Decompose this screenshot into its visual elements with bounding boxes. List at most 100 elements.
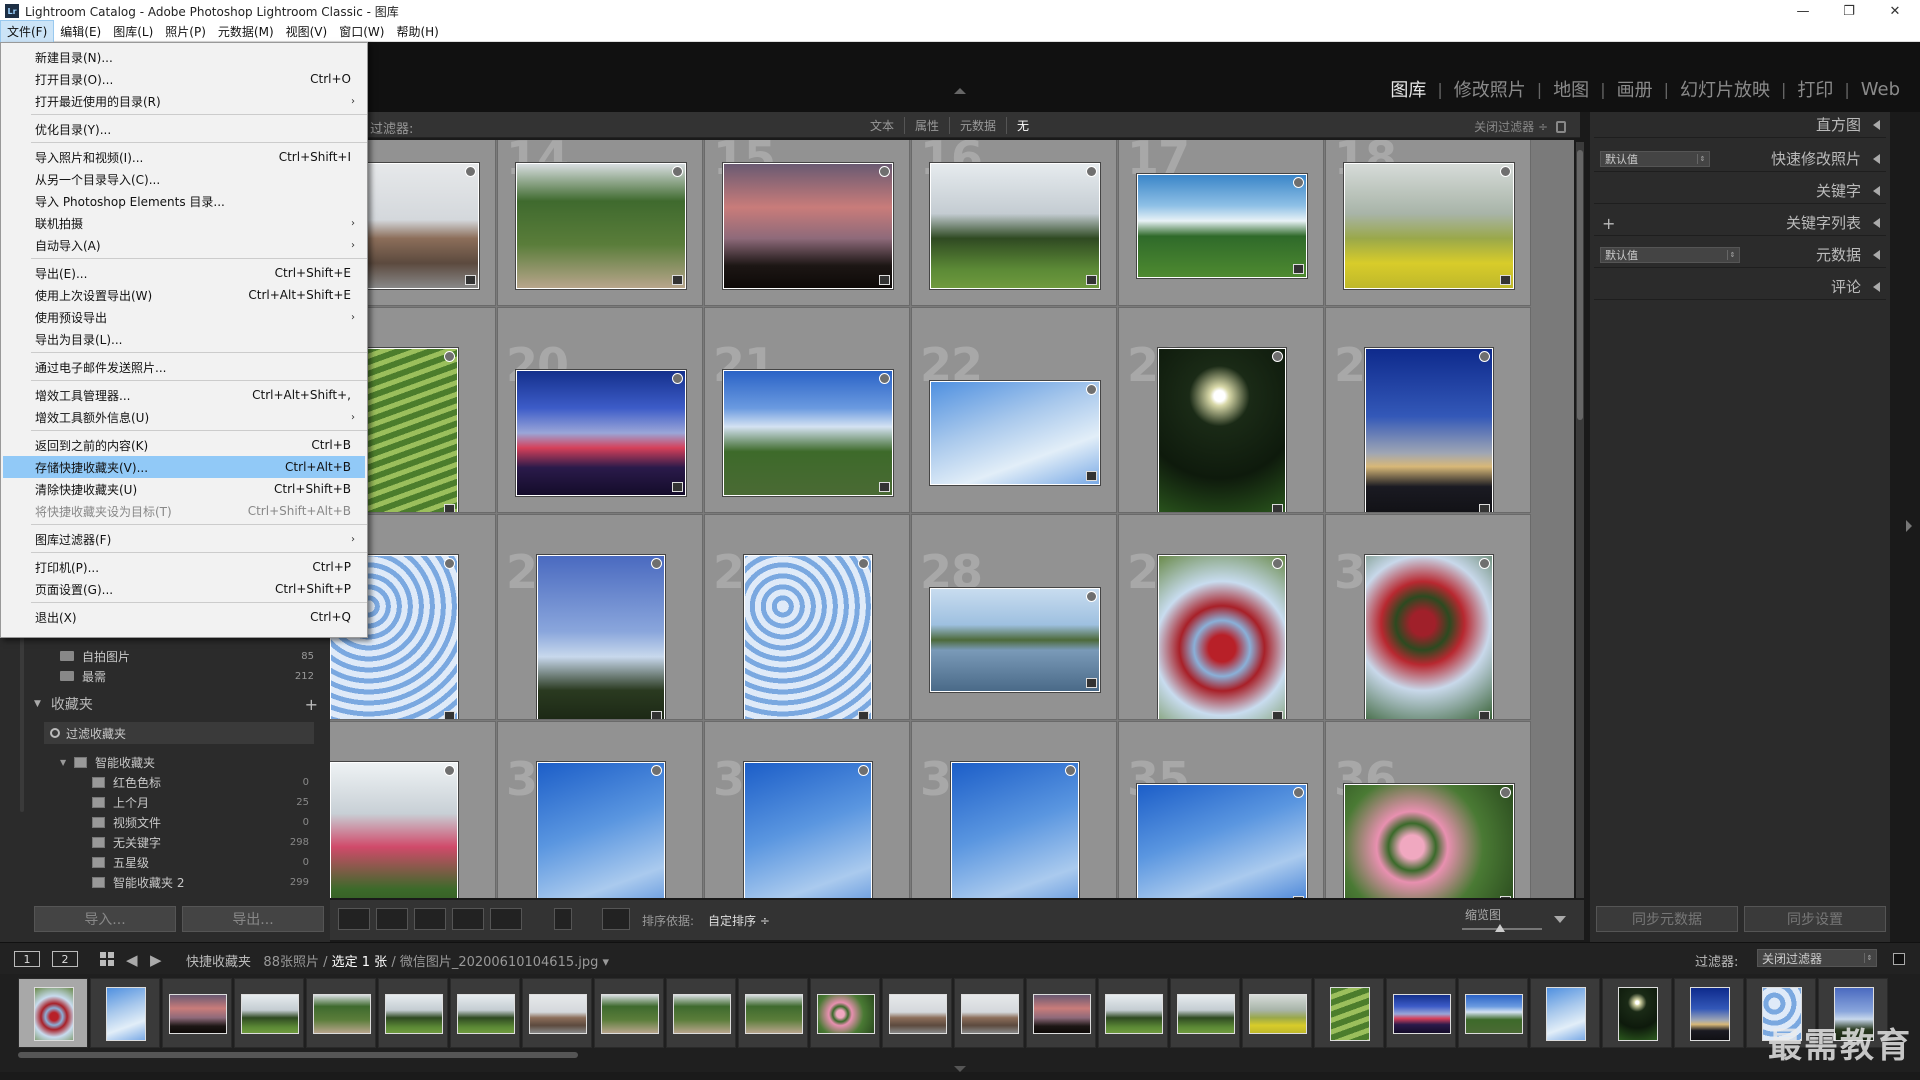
file-menu-item[interactable]: 使用上次设置导出(W) Ctrl+Alt+Shift+E: [3, 284, 365, 306]
grid-view-button[interactable]: [338, 908, 370, 930]
collections-panel-header[interactable]: ▼ 收藏夹 +: [34, 692, 324, 716]
photo-thumbnail[interactable]: [1365, 555, 1493, 719]
file-menu-item[interactable]: 自动导入(A) ›: [3, 234, 365, 256]
quick-collection-dot-icon[interactable]: [444, 765, 455, 776]
sync-metadata-button[interactable]: 同步元数据: [1596, 906, 1738, 932]
file-menu-item[interactable]: 清除快捷收藏夹(U) Ctrl+Shift+B: [3, 478, 365, 500]
comments-panel-header[interactable]: 评论: [1594, 274, 1886, 300]
quick-collection-dot-icon[interactable]: [465, 166, 476, 177]
filmstrip-thumbnail[interactable]: [666, 978, 736, 1048]
collapse-right-arrow-icon[interactable]: [1906, 520, 1912, 532]
metadata-preset-select[interactable]: 默认值 ⇕: [1600, 247, 1740, 263]
back-arrow-icon[interactable]: ◀: [126, 951, 138, 969]
filmstrip-thumbnail[interactable]: [1026, 978, 1096, 1048]
thumbnail-size-knob[interactable]: [1495, 924, 1505, 932]
file-menu-item[interactable]: 使用预设导出 ›: [3, 306, 365, 328]
grid-cell[interactable]: 27: [704, 514, 910, 720]
grid-cell[interactable]: 29: [1118, 514, 1324, 720]
filmstrip-thumbnail[interactable]: [450, 978, 520, 1048]
grid-cell[interactable]: 36: [1325, 721, 1531, 898]
file-menu-item[interactable]: 打开最近使用的目录(R) ›: [3, 90, 365, 112]
menu-help[interactable]: 帮助(H): [390, 21, 444, 42]
file-menu-item[interactable]: 退出(X) Ctrl+Q: [3, 606, 365, 628]
grid-cell[interactable]: 21: [704, 307, 910, 513]
smart-collection-item[interactable]: 上个月 25: [78, 792, 315, 812]
keyword-list-panel-header[interactable]: 关键字列表: [1594, 210, 1886, 236]
filmstrip-thumbnail[interactable]: [162, 978, 232, 1048]
grid-cell[interactable]: 23: [1118, 307, 1324, 513]
file-menu-item[interactable]: 页面设置(G)... Ctrl+Shift+P: [3, 578, 365, 600]
menu-library[interactable]: 图库(L): [107, 21, 159, 42]
quick-collection-dot-icon[interactable]: [1479, 558, 1490, 569]
photo-thumbnail[interactable]: [1158, 348, 1286, 512]
add-keyword-button[interactable]: +: [1602, 214, 1615, 233]
restore-button[interactable]: ❐: [1826, 0, 1872, 22]
selected-filename[interactable]: / 微信图片_20200610104615.jpg ▾: [391, 955, 609, 970]
filmstrip-thumbnail[interactable]: [594, 978, 664, 1048]
filmstrip-filter-select[interactable]: 关闭过滤器 ⇕: [1757, 949, 1877, 967]
grid-cell[interactable]: 20: [497, 307, 703, 513]
grid-cell[interactable]: 28: [911, 514, 1117, 720]
quick-collection-dot-icon[interactable]: [1086, 384, 1097, 395]
filmstrip-thumbnail[interactable]: [1458, 978, 1528, 1048]
photo-thumbnail[interactable]: [951, 762, 1079, 898]
grid-cell[interactable]: 15: [704, 140, 910, 306]
grid-cell[interactable]: 18: [1325, 140, 1531, 306]
filmstrip-thumbnail[interactable]: [306, 978, 376, 1048]
toolbar-options-dropdown-icon[interactable]: [1554, 916, 1566, 923]
menu-edit[interactable]: 编辑(E): [54, 21, 107, 42]
menu-window[interactable]: 窗口(W): [333, 21, 390, 42]
file-menu-item[interactable]: 存储快捷收藏夹(V)... Ctrl+Alt+B: [3, 456, 365, 478]
survey-view-button[interactable]: [452, 908, 484, 930]
smart-collection-item[interactable]: 红色色标 0: [78, 772, 315, 792]
smart-collection-item[interactable]: 智能收藏夹 2 299: [78, 872, 315, 892]
file-menu-item[interactable]: 打印机(P)... Ctrl+P: [3, 556, 365, 578]
primary-window-button[interactable]: 1: [14, 951, 40, 967]
file-menu-item[interactable]: 打开目录(O)... Ctrl+O: [3, 68, 365, 90]
photo-thumbnail[interactable]: [723, 163, 893, 289]
filmstrip-thumbnail[interactable]: [18, 978, 88, 1048]
collapse-bottom-arrow-icon[interactable]: [954, 1066, 966, 1072]
grid-cell[interactable]: 31: [330, 721, 496, 898]
folder-row[interactable]: 最需 212: [40, 666, 320, 686]
grid-scroll-thumb[interactable]: [1577, 150, 1583, 420]
quick-collection-dot-icon[interactable]: [879, 373, 890, 384]
grid-icon[interactable]: [100, 952, 114, 966]
photo-thumbnail[interactable]: [1137, 784, 1307, 898]
filter-toggle-switch[interactable]: [1893, 953, 1905, 965]
quick-collection-dot-icon[interactable]: [1086, 166, 1097, 177]
photo-thumbnail[interactable]: [723, 370, 893, 496]
menu-metadata[interactable]: 元数据(M): [212, 21, 280, 42]
filmstrip-thumbnail[interactable]: [1098, 978, 1168, 1048]
quick-collection-dot-icon[interactable]: [672, 166, 683, 177]
photo-thumbnail[interactable]: [930, 588, 1100, 692]
forward-arrow-icon[interactable]: ▶: [150, 951, 162, 969]
filter-tab-attribute[interactable]: 属性: [905, 117, 951, 134]
quick-collection-dot-icon[interactable]: [1500, 166, 1511, 177]
import-button[interactable]: 导入...: [34, 906, 176, 932]
quick-collection-dot-icon[interactable]: [879, 166, 890, 177]
filmstrip-thumbnail[interactable]: [738, 978, 808, 1048]
filmstrip-thumbnail[interactable]: [234, 978, 304, 1048]
filmstrip-scrollbar[interactable]: [18, 1052, 578, 1058]
filmstrip-thumbnail[interactable]: [1170, 978, 1240, 1048]
photo-thumbnail[interactable]: [537, 762, 665, 898]
grid-cell[interactable]: 22: [911, 307, 1117, 513]
filmstrip-thumbnail[interactable]: [1602, 978, 1672, 1048]
quick-collection-dot-icon[interactable]: [858, 558, 869, 569]
menu-file[interactable]: 文件(F): [0, 20, 55, 43]
file-menu-item[interactable]: 联机拍摄 ›: [3, 212, 365, 234]
filmstrip-thumbnail[interactable]: [1242, 978, 1312, 1048]
smart-collection-item[interactable]: 五星级 0: [78, 852, 315, 872]
collection-filter-input[interactable]: 过滤收藏夹: [44, 722, 314, 744]
filmstrip-thumbnail[interactable]: [90, 978, 160, 1048]
filmstrip-thumbnail[interactable]: [378, 978, 448, 1048]
keywording-panel-header[interactable]: 关键字: [1594, 178, 1886, 204]
photo-thumbnail[interactable]: [1137, 174, 1307, 278]
photo-thumbnail[interactable]: [516, 370, 686, 496]
people-view-button[interactable]: [490, 908, 522, 930]
filmstrip-thumbnail[interactable]: [522, 978, 592, 1048]
file-menu-item[interactable]: 增效工具管理器... Ctrl+Alt+Shift+,: [3, 384, 365, 406]
module-5[interactable]: 打印: [1795, 76, 1835, 102]
close-button[interactable]: ✕: [1872, 0, 1918, 22]
